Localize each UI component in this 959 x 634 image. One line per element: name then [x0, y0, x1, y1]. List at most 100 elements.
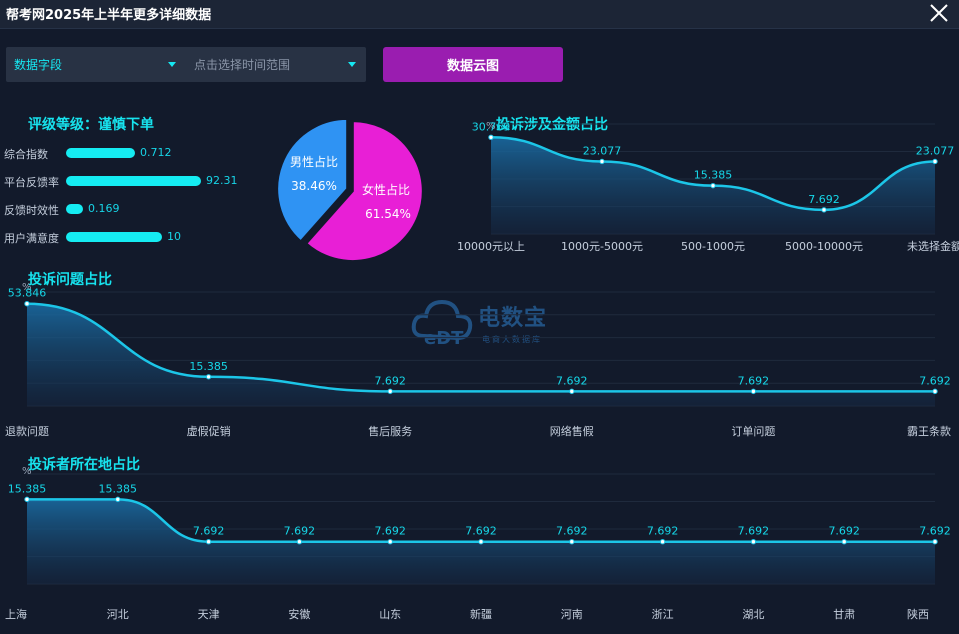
filter-bar: 数据字段 点击选择时间范围 — [6, 47, 366, 82]
data-point — [24, 300, 30, 307]
rating-value: 0.169 — [88, 202, 120, 215]
data-label: 7.692 — [374, 374, 406, 387]
data-point — [932, 158, 938, 165]
data-label: 15.385 — [694, 169, 733, 182]
data-label: 7.692 — [556, 374, 588, 387]
data-label: 7.692 — [919, 525, 951, 538]
x-tick-label: 河南 — [561, 608, 583, 621]
data-cloud-button[interactable]: 数据云图 — [383, 47, 563, 82]
data-label: 15.385 — [189, 360, 228, 373]
x-tick-label: 霸王条款 — [907, 424, 951, 438]
data-label: 7.692 — [738, 525, 770, 538]
data-label: 7.692 — [919, 374, 951, 387]
x-tick-label: 新疆 — [470, 607, 492, 621]
x-tick-label: 10000元以上 — [457, 240, 525, 253]
data-label: 7.692 — [193, 525, 225, 538]
x-tick-label: 退款问题 — [5, 424, 49, 438]
data-point — [387, 538, 393, 545]
rating-bar — [66, 204, 83, 214]
rating-bar — [66, 148, 135, 158]
x-tick-label: 甘肃 — [833, 608, 855, 621]
data-point — [569, 538, 575, 545]
rating-label: 平台反馈率 — [4, 176, 59, 189]
data-point — [478, 538, 484, 545]
data-point — [750, 538, 757, 545]
data-point — [488, 134, 494, 140]
rating-value: 92.31 — [206, 174, 238, 187]
chevron-down-icon — [348, 62, 356, 67]
data-label: 7.692 — [828, 525, 860, 538]
data-label: 23.077 — [916, 144, 955, 157]
data-label: 7.692 — [284, 525, 316, 538]
issue-area-chart: %53.846退款问题15.385虚假促销7.692售后服务7.692网络售假7… — [5, 282, 951, 438]
rating-value: 0.712 — [140, 146, 172, 159]
data-point — [205, 538, 212, 545]
data-label: 7.692 — [374, 525, 406, 538]
data-point — [821, 207, 827, 213]
data-point — [569, 388, 575, 395]
x-tick-label: 订单问题 — [731, 425, 775, 438]
data-point — [296, 538, 303, 545]
data-point — [599, 158, 605, 165]
x-tick-label: 未选择金额 — [907, 239, 959, 253]
rating-label: 综合指数 — [4, 148, 48, 161]
amount-area-chart: %30.76910000元以上23.0771000元-5000元15.38550… — [457, 120, 959, 253]
x-tick-label: 1000元-5000元 — [561, 240, 643, 253]
window-title: 帮考网2025年上半年更多详细数据 — [6, 8, 212, 23]
gender-pie-chart: 男性占比 38.46% 女性占比 61.54% — [278, 117, 424, 263]
y-unit-label: % — [22, 466, 32, 477]
x-tick-label: 河北 — [107, 608, 129, 621]
data-point — [115, 496, 121, 503]
data-label: 7.692 — [808, 193, 840, 206]
data-label: 7.692 — [465, 525, 497, 538]
data-point — [710, 182, 716, 189]
close-icon[interactable] — [927, 1, 951, 25]
rating-title-prefix: 评级等级： — [28, 117, 98, 133]
rating-title-value: 谨慎下单 — [98, 117, 154, 133]
chevron-down-icon — [168, 62, 176, 67]
x-tick-label: 湖北 — [742, 608, 764, 621]
data-label: 7.692 — [556, 525, 588, 538]
data-label: 15.385 — [8, 482, 47, 495]
rating-label: 反馈时效性 — [4, 204, 59, 217]
data-label: 15.385 — [99, 482, 138, 495]
data-label: 7.692 — [738, 374, 770, 387]
rating-bar — [66, 232, 162, 242]
x-tick-label: 陕西 — [907, 607, 929, 621]
time-range-placeholder: 点击选择时间范围 — [194, 58, 291, 72]
x-tick-label: 5000-10000元 — [785, 240, 863, 253]
data-point — [24, 496, 30, 503]
rating-title: 评级等级：谨慎下单 — [28, 114, 154, 134]
x-tick-label: 虚假促销 — [187, 424, 231, 438]
pie-label: 男性占比 — [290, 154, 338, 169]
data-point — [932, 388, 938, 395]
data-label: 53.846 — [8, 287, 47, 300]
rating-value: 10 — [167, 230, 181, 243]
field-select[interactable]: 数据字段 — [6, 47, 184, 82]
x-tick-label: 上海 — [5, 607, 27, 621]
x-tick-label: 网络售假 — [550, 424, 594, 438]
x-tick-label: 500-1000元 — [681, 240, 745, 253]
title-bar: 帮考网2025年上半年更多详细数据 — [0, 0, 959, 29]
data-point — [659, 538, 666, 545]
data-point — [750, 388, 757, 395]
data-point — [387, 388, 393, 395]
field-select-label: 数据字段 — [14, 58, 63, 72]
pie-label: 女性占比 — [362, 182, 410, 197]
pie-value: 61.54% — [365, 207, 411, 221]
data-label: 23.077 — [583, 144, 622, 157]
time-range-select[interactable]: 点击选择时间范围 — [186, 47, 366, 82]
rating-bar — [66, 176, 201, 186]
x-tick-label: 天津 — [198, 608, 220, 621]
x-tick-label: 浙江 — [652, 608, 674, 621]
rating-label: 用户满意度 — [4, 232, 59, 245]
data-point — [205, 374, 212, 380]
x-tick-label: 售后服务 — [368, 424, 412, 438]
region-area-chart: % 15.385 上海 15.385 河北 7.692 天津 7.692 安徽 7.692 山东 7.… — [5, 466, 951, 621]
data-label: 30.769 — [472, 120, 511, 133]
x-tick-label: 山东 — [379, 608, 401, 621]
data-label: 7.692 — [647, 525, 679, 538]
pie-value: 38.46% — [291, 179, 337, 193]
data-point — [841, 538, 847, 545]
data-point — [932, 538, 938, 545]
